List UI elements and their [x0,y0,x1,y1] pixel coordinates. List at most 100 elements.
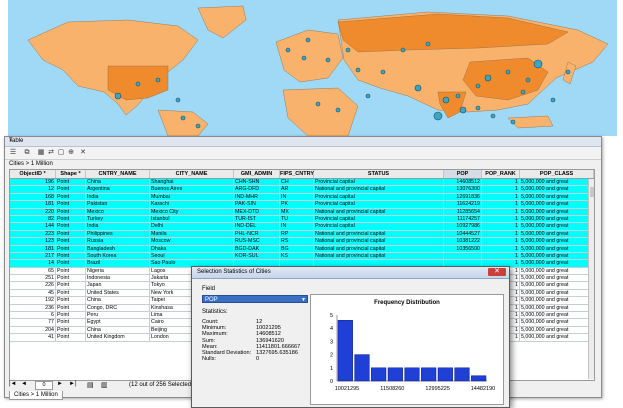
previous-record-button[interactable]: ◄ [21,381,27,387]
table-cell[interactable]: India [86,193,150,202]
record-position-input[interactable]: 0 [35,381,53,390]
table-cell[interactable]: Point [56,304,86,313]
table-cell[interactable]: Provincial capital [314,215,444,224]
table-cell[interactable]: BGD-DAK [234,245,280,253]
table-cell[interactable]: Philippines [86,230,150,239]
table-cell[interactable]: 10381222 [444,238,482,246]
table-cell[interactable]: Point [56,267,86,276]
table-cell[interactable]: Point [56,179,86,187]
table-row[interactable]: 12 Point Argentina Buenos Aires ARG-DFD AR Nat… [10,186,594,194]
table-row[interactable]: 220 Point Mexico Mexico City MEX-DTD MX Nation… [10,208,594,216]
table-cell[interactable]: IND-MHR [234,193,280,202]
table-row[interactable]: 123 Point Russia Moscow RUS-MSC RS National an… [10,238,594,246]
table-cell[interactable]: Point [56,282,86,290]
table-cell[interactable]: TUR-IST [234,215,280,224]
table-cell[interactable]: Point [56,238,86,246]
clear-selection-icon[interactable]: ▢ [57,149,65,157]
table-cell[interactable]: National and provincial capital [314,238,444,246]
table-window-titlebar[interactable]: Table × [5,137,601,147]
table-cell[interactable]: 5,000,000 and great [520,275,594,283]
table-cell[interactable]: 1 [482,208,520,216]
table-cell[interactable]: Point [56,260,86,268]
field-dropdown[interactable]: POP ▼ [202,295,308,303]
table-cell[interactable]: 5,000,000 and great [520,223,594,231]
table-cell[interactable]: Point [56,193,86,202]
table-cell[interactable]: Indonesia [86,275,150,283]
table-row[interactable]: 181 Point Pakistan Karachi PAK-SIN PK Provinci… [10,201,594,209]
table-cell[interactable]: 1 [482,230,520,239]
table-cell[interactable]: 10927986 [444,223,482,231]
close-icon[interactable]: × [9,138,598,144]
table-cell[interactable]: Buenos Aires [150,186,234,194]
table-cell[interactable]: Peru [86,312,150,320]
table-cell[interactable]: 1 [482,245,520,253]
table-cell[interactable]: 5,000,000 and great [520,260,594,268]
table-cell[interactable]: Egypt [86,319,150,327]
table-cell[interactable]: 1 [482,252,520,261]
table-cell[interactable]: 123 [10,238,56,246]
table-cell[interactable]: Japan [86,282,150,290]
column-header[interactable]: FIPS_CNTRY [280,170,314,178]
table-cell[interactable]: 5,000,000 and great [520,297,594,305]
first-record-button[interactable]: |◄ [9,381,17,387]
column-header[interactable]: POP_CLASS [520,170,594,178]
table-row[interactable]: 196 Point China Shanghai CHN-SHN CH Provincial… [10,179,594,187]
table-cell[interactable]: 5,000,000 and great [520,201,594,209]
table-cell[interactable]: South Korea [86,252,150,261]
table-cell[interactable]: 14 [10,260,56,268]
table-row[interactable]: 168 Point India Mumbai IND-MHR IN Provincial c… [10,193,594,202]
table-cell[interactable]: China [86,297,150,305]
map-view[interactable] [8,0,617,136]
column-header[interactable]: POP [444,170,482,178]
table-cell[interactable]: AR [280,186,314,194]
table-cell[interactable]: 217 [10,252,56,261]
table-cell[interactable]: 10444527 [444,230,482,239]
table-cell[interactable]: Point [56,334,86,342]
table-cell[interactable]: Provincial capital [314,223,444,231]
table-cell[interactable]: 65 [10,267,56,276]
table-cell[interactable]: Congo, DRC [86,304,150,313]
select-by-attributes-icon[interactable]: ▦ [37,149,45,157]
table-cell[interactable]: United States [86,289,150,298]
table-cell[interactable]: 11174257 [444,215,482,224]
table-cell[interactable]: MX [280,208,314,216]
table-cell[interactable]: 1 [482,215,520,224]
table-cell[interactable]: 168 [10,193,56,202]
table-cell[interactable]: 82 [10,215,56,224]
table-cell[interactable]: 5,000,000 and great [520,230,594,239]
switch-selection-icon[interactable]: ⇄ [47,149,55,157]
next-record-button[interactable]: ► [57,381,63,387]
table-cell[interactable]: Point [56,297,86,305]
table-cell[interactable]: 204 [10,326,56,335]
dialog-titlebar[interactable]: Selection Statistics of Cities ✕ [192,267,509,279]
table-cell[interactable]: Karachi [150,201,234,209]
table-cell[interactable]: 1 [482,238,520,246]
table-cell[interactable]: Point [56,230,86,239]
table-cell[interactable]: 1 [482,186,520,194]
table-cell[interactable]: RP [280,230,314,239]
table-row[interactable]: 181 Point Bangladesh Dhaka BGD-DAK BG National… [10,245,594,253]
table-cell[interactable]: Dhaka [150,245,234,253]
table-cell[interactable]: Manila [150,230,234,239]
table-cell[interactable]: 196 [10,179,56,187]
table-cell[interactable]: China [86,179,150,187]
table-cell[interactable]: Mexico City [150,208,234,216]
table-cell[interactable]: 5,000,000 and great [520,208,594,216]
table-cell[interactable]: National and provincial capital [314,245,444,253]
scroll-thumb[interactable] [590,187,594,197]
related-tables-icon[interactable]: ⧉ [23,149,31,157]
table-cell[interactable]: 1 [482,223,520,231]
column-header[interactable]: STATUS [314,170,444,178]
table-cell[interactable]: CHN-SHN [234,179,280,187]
chevron-down-icon[interactable]: ▼ [301,296,306,304]
table-cell[interactable]: Russia [86,238,150,246]
table-cell[interactable]: MEX-DTD [234,208,280,216]
show-selected-records-icon[interactable]: ▥ [101,381,108,389]
table-cell[interactable]: ARG-DFD [234,186,280,194]
table-cell[interactable]: 10356500 [444,245,482,253]
table-cell[interactable]: Moscow [150,238,234,246]
column-header[interactable]: CITY_NAME [150,170,234,178]
table-cell[interactable]: 5,000,000 and great [520,245,594,253]
table-cell[interactable]: Point [56,208,86,216]
table-cell[interactable]: China [86,326,150,335]
